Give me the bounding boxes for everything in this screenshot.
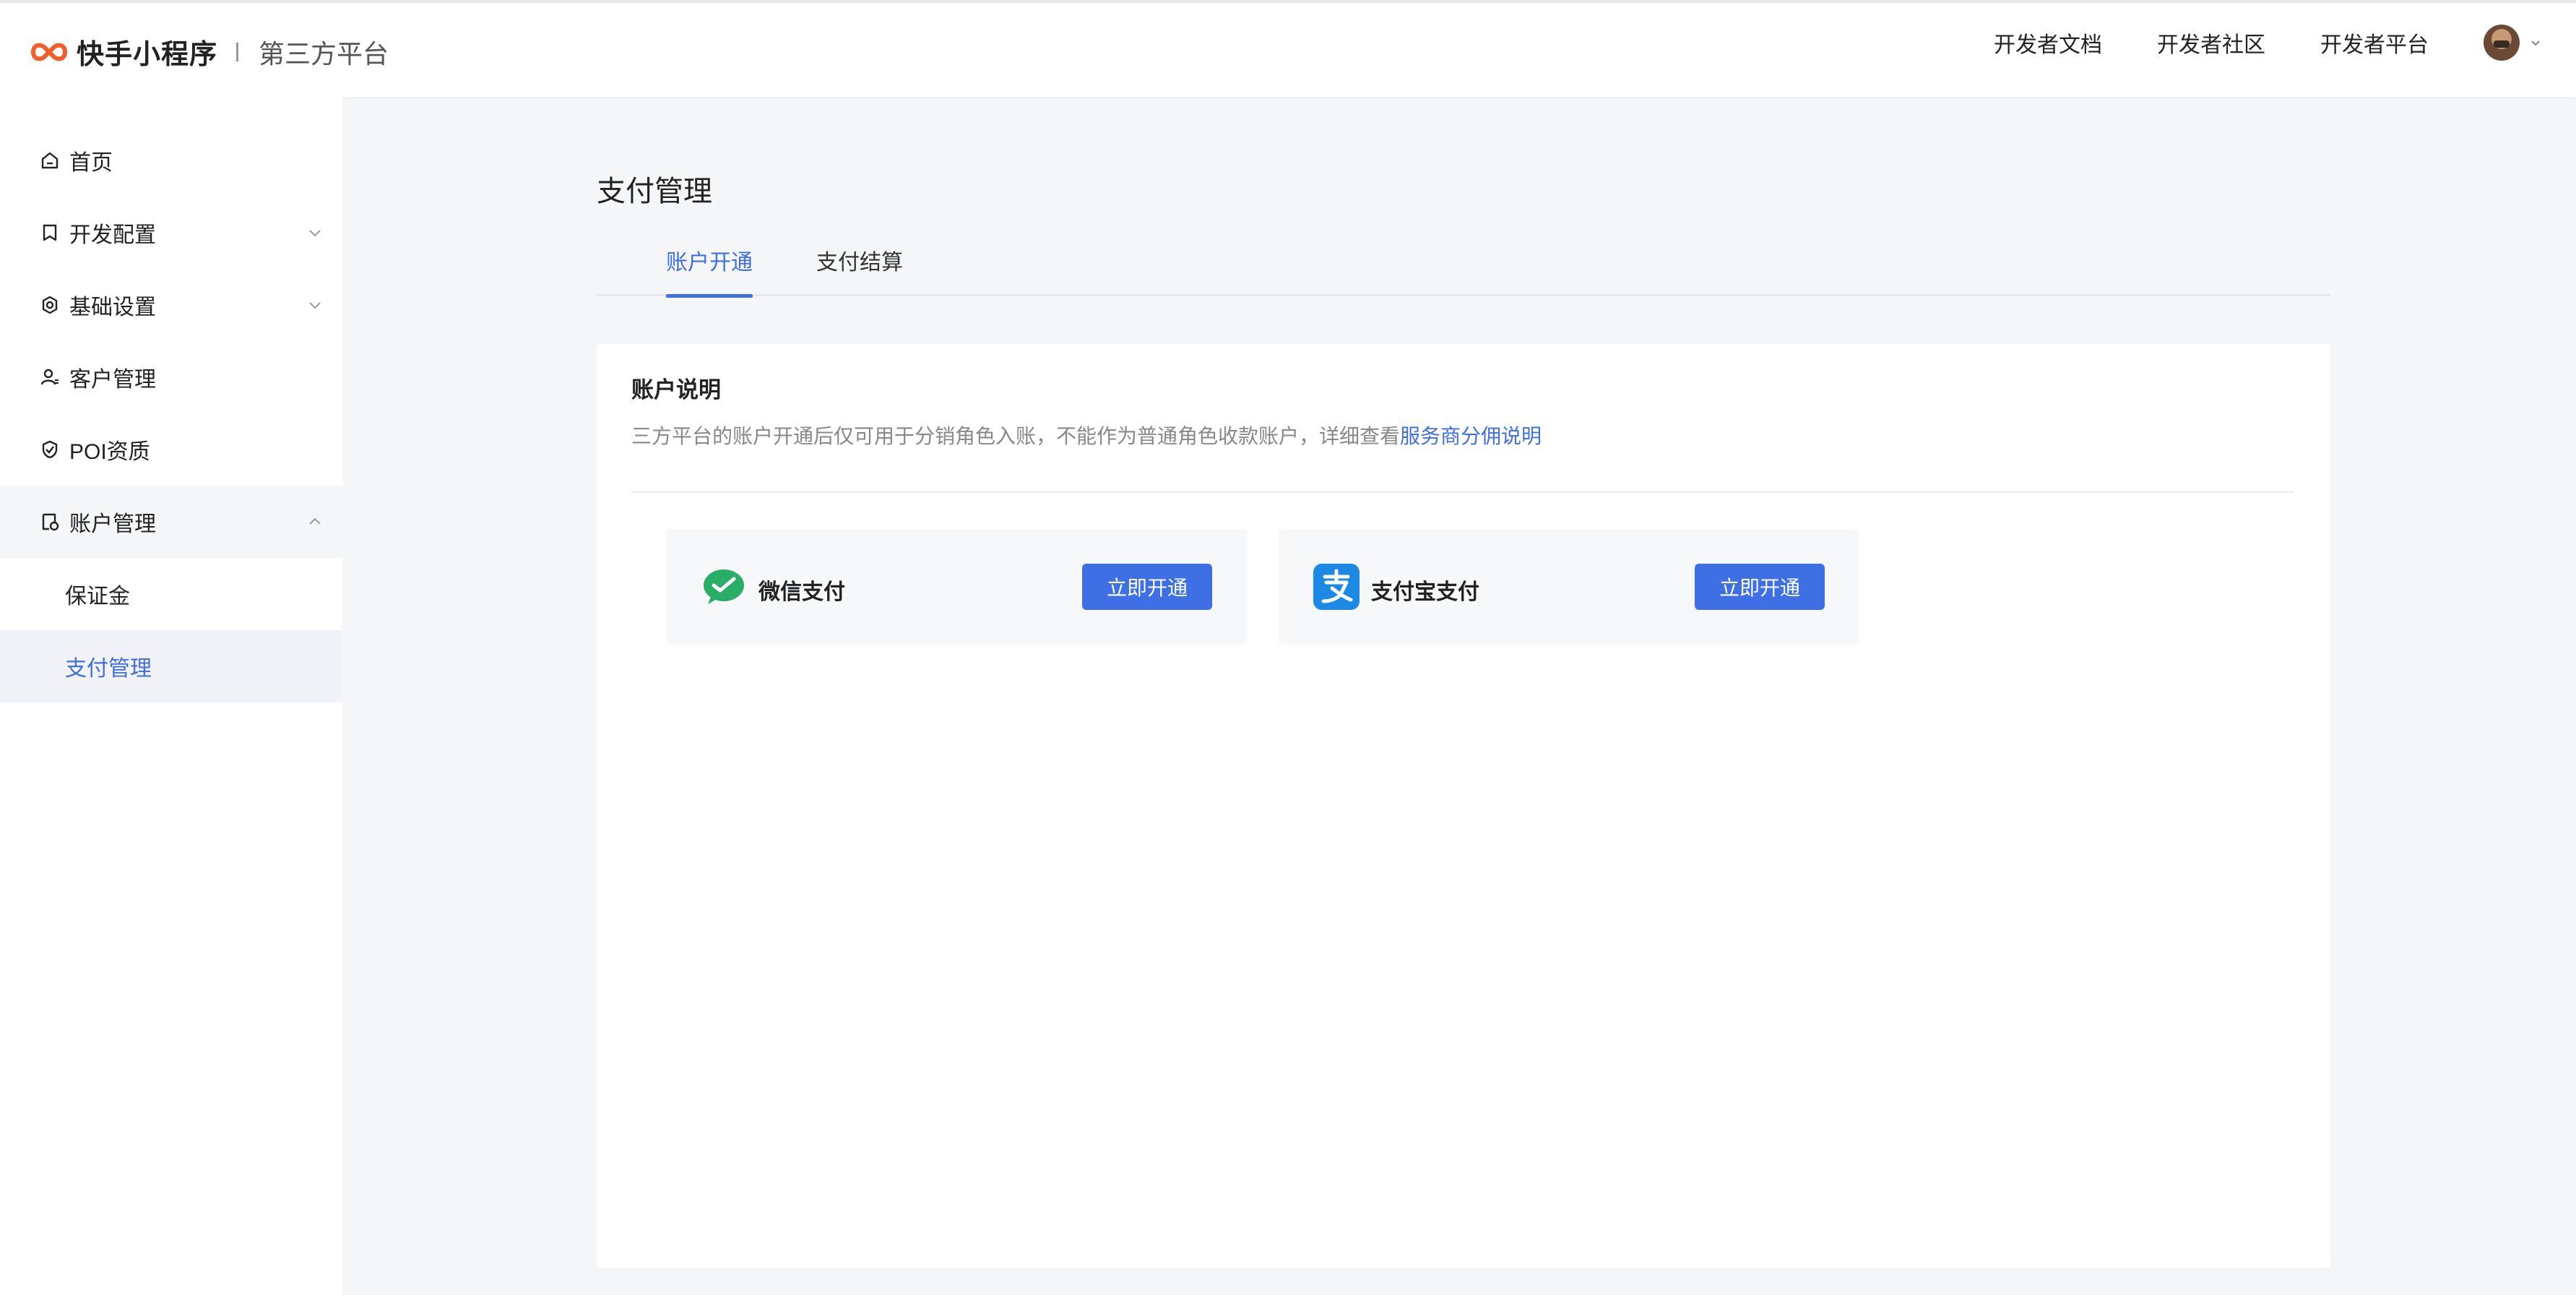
sidebar-item-label: 基础设置 bbox=[69, 296, 156, 319]
wechat-open-button[interactable]: 立即开通 bbox=[1082, 564, 1212, 610]
sidebar-item-label: 账户管理 bbox=[69, 512, 156, 536]
account-icon bbox=[42, 513, 59, 531]
bookmark-icon bbox=[43, 224, 57, 241]
top-nav: 开发者文档 开发者社区 开发者平台 bbox=[1994, 25, 2543, 61]
sidebar-item-label: 客户管理 bbox=[69, 368, 156, 392]
sidebar-item-poi[interactable]: POI资质 bbox=[0, 413, 342, 486]
card-description: 三方平台的账户开通后仅可用于分销角色入账，不能作为普通角色收款账户，详细查看服务… bbox=[631, 421, 1542, 449]
top-link-community[interactable]: 开发者社区 bbox=[2157, 27, 2265, 59]
chevron-down-icon bbox=[309, 230, 321, 237]
header-divider bbox=[236, 42, 239, 61]
card-description-text: 三方平台的账户开通后仅可用于分销角色入账，不能作为普通角色收款账户，详细查看 bbox=[631, 425, 1401, 447]
top-link-docs[interactable]: 开发者文档 bbox=[1994, 27, 2102, 59]
sidebar-item-home[interactable]: 首页 bbox=[0, 124, 342, 197]
sidebar-item-account[interactable]: 账户管理 bbox=[0, 486, 342, 558]
card-title: 账户说明 bbox=[631, 377, 721, 403]
wechat-pay-icon bbox=[704, 569, 744, 604]
sidebar-item-customers[interactable]: 客户管理 bbox=[0, 341, 342, 413]
sidebar-item-dev-config[interactable]: 开发配置 bbox=[0, 197, 342, 269]
tab-settlement[interactable]: 支付结算 bbox=[816, 244, 903, 276]
sidebar-item-label: 开发配置 bbox=[69, 223, 156, 247]
wechat-pay-label: 微信支付 bbox=[758, 580, 845, 604]
alipay-box: 支付宝支付 立即开通 bbox=[1279, 529, 1859, 645]
alipay-open-button[interactable]: 立即开通 bbox=[1695, 564, 1825, 610]
chevron-down-icon[interactable] bbox=[2528, 35, 2543, 50]
home-icon bbox=[41, 152, 59, 169]
sidebar-subitem-payment[interactable]: 支付管理 bbox=[0, 630, 342, 702]
alipay-icon bbox=[1313, 564, 1360, 610]
sub-brand-name: 第三方平台 bbox=[259, 38, 389, 69]
tab-bar: 账户开通 支付结算 bbox=[597, 244, 2330, 298]
page-title: 支付管理 bbox=[597, 176, 712, 207]
shield-check-icon bbox=[42, 440, 58, 459]
divider bbox=[631, 491, 2294, 493]
logo[interactable]: 快手小程序 第三方平台 bbox=[29, 32, 389, 72]
brand-name: 快手小程序 bbox=[77, 40, 218, 70]
user-icon bbox=[40, 369, 59, 385]
alipay-label: 支付宝支付 bbox=[1371, 580, 1479, 604]
sidebar-item-label: POI资质 bbox=[69, 440, 150, 464]
sidebar-item-label: 首页 bbox=[69, 151, 113, 175]
tab-account-open[interactable]: 账户开通 bbox=[666, 244, 753, 298]
sidebar-item-basic-settings[interactable]: 基础设置 bbox=[0, 269, 342, 341]
top-link-platform[interactable]: 开发者平台 bbox=[2320, 27, 2429, 59]
commission-info-link[interactable]: 服务商分佣说明 bbox=[1400, 425, 1542, 447]
sidebar-subitem-deposit[interactable]: 保证金 bbox=[0, 558, 342, 630]
kuaishou-logo-icon bbox=[31, 43, 67, 61]
user-avatar[interactable] bbox=[2484, 25, 2520, 61]
gear-icon bbox=[42, 296, 58, 314]
top-header: 快手小程序 第三方平台 开发者文档 开发者社区 开发者平台 bbox=[0, 0, 2576, 97]
account-card: 账户说明 三方平台的账户开通后仅可用于分销角色入账，不能作为普通角色收款账户，详… bbox=[597, 344, 2330, 1268]
sidebar: 首页 开发配置 基础设置 客户管理 POI资质 账户管理 保证金 支付管理 bbox=[0, 97, 342, 1295]
chevron-up-icon bbox=[309, 517, 321, 525]
chevron-down-icon bbox=[309, 302, 321, 309]
wechat-pay-box: 微信支付 立即开通 bbox=[666, 529, 1247, 645]
